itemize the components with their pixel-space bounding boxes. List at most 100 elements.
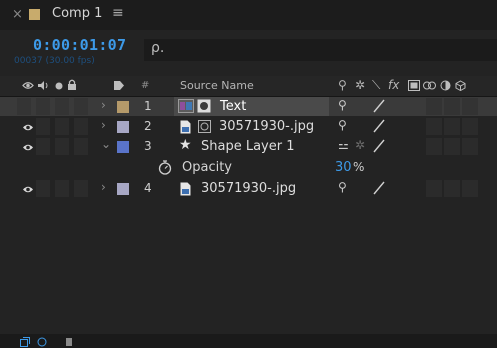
switch-cell[interactable] [462,138,478,155]
switch-cell[interactable] [426,138,442,155]
layer-row[interactable]: › 2 30571930-.jpg ⚲ [0,117,497,136]
collapse-icon[interactable]: ✲ [355,78,365,92]
quality-slash-icon[interactable] [373,180,385,195]
quality-slash-icon[interactable] [373,118,385,133]
twirl-right-icon[interactable]: › [101,118,106,132]
av-switch-cell[interactable] [36,118,50,135]
tab-bar: × Comp 1 ≡ [0,0,497,30]
comp-color-swatch [29,9,40,20]
av-switch-cell[interactable] [55,180,69,197]
column-header: # Source Name ⚲ ✲ ⟍ fx [0,76,497,97]
quality-icon[interactable]: ⟍ [372,78,380,93]
frame-count: 00037 (30.00 fps) [14,56,95,66]
layer-name[interactable]: 30571930-.jpg [219,119,314,134]
collapse-switch-icon[interactable]: ✲ [355,138,365,152]
switch-cell[interactable] [426,180,442,197]
mask-icon [197,99,211,113]
tab-title: Comp 1 [52,6,103,21]
av-switch-cell[interactable] [74,98,88,115]
lock-icon[interactable] [67,79,77,91]
shape-layer-star-icon: ★ [179,137,192,153]
hash-header: # [141,80,150,91]
toggle-switches-icon[interactable] [20,337,30,347]
label-color-swatch[interactable] [117,141,129,153]
switch-cell[interactable] [426,118,442,135]
label-color-swatch[interactable] [117,101,129,113]
solo-icon[interactable] [55,82,63,90]
fx-icon[interactable]: fx [388,78,399,92]
opacity-unit: % [353,160,365,174]
visibility-eye-icon[interactable] [22,184,34,195]
av-switch-cell[interactable] [36,138,50,155]
property-name: Opacity [182,160,233,175]
eye-icon[interactable] [22,80,34,91]
toggle-modes-icon[interactable] [37,337,47,347]
visibility-eye-icon[interactable] [22,122,34,133]
render-time-icon[interactable] [65,337,73,347]
switch-cell[interactable] [462,98,478,115]
switch-cell[interactable] [444,180,460,197]
text-layer-icon [178,99,194,113]
shy-switch-icon[interactable]: ⚲ [338,180,347,194]
layer-number: 1 [144,99,152,113]
layer-number: 3 [144,139,152,153]
switch-cell[interactable] [462,118,478,135]
panel-menu-icon[interactable]: ≡ [112,5,124,21]
footage-file-icon [180,120,191,134]
av-switch-cell[interactable] [55,118,69,135]
close-icon[interactable]: × [12,7,23,22]
audio-icon[interactable] [37,80,49,91]
shy-switch-icon[interactable]: ⚲ [338,98,347,112]
quality-slash-icon[interactable] [373,98,385,113]
layer-search-input[interactable]: ρ. [144,39,497,61]
property-row-opacity[interactable]: Opacity 30 % [0,158,497,177]
av-switch-cell[interactable] [36,180,50,197]
twirl-right-icon[interactable]: › [101,180,106,194]
layer-row[interactable]: ⌄ 3 ★ Shape Layer 1 ⚍ ✲ [0,137,497,156]
av-switch-cell[interactable] [74,180,88,197]
label-icon[interactable] [113,80,125,91]
empty-layer-area[interactable] [0,199,497,334]
av-switch-cell[interactable] [17,98,31,115]
av-switch-cell[interactable] [74,138,88,155]
layer-number: 2 [144,119,152,133]
av-switch-cell[interactable] [55,98,69,115]
tab-comp-1[interactable]: × Comp 1 ≡ [0,0,150,30]
precomp-icon [198,120,211,133]
shy-switch-icon[interactable]: ⚍ [338,138,349,152]
adjustment-icon[interactable] [440,80,451,91]
layer-row[interactable]: › 4 30571930-.jpg ⚲ [0,179,497,198]
shy-switch-icon[interactable]: ⚲ [338,118,347,132]
opacity-value[interactable]: 30 [335,160,352,175]
av-switch-cell[interactable] [74,118,88,135]
layer-number: 4 [144,181,152,195]
layer-name[interactable]: Text [220,99,246,114]
label-color-swatch[interactable] [117,183,129,195]
switch-cell[interactable] [444,138,460,155]
frame-blend-icon[interactable] [408,80,420,91]
switch-cell[interactable] [444,118,460,135]
layer-row[interactable]: › 1 Text ⚲ [0,97,497,116]
switch-cell[interactable] [426,98,442,115]
av-switch-cell[interactable] [36,98,50,115]
twirl-down-icon[interactable]: ⌄ [101,137,111,151]
visibility-eye-icon[interactable] [22,142,34,153]
3d-icon[interactable] [455,80,466,91]
shy-icon[interactable]: ⚲ [338,78,347,92]
switch-cell[interactable] [444,98,460,115]
search-icon[interactable]: ρ. [151,40,164,56]
timecode-row: 0:00:01:07 00037 (30.00 fps) ρ. [0,30,497,72]
motion-blur-icon[interactable] [423,80,437,91]
bottom-toolbar [0,334,497,348]
source-name-header[interactable]: Source Name [180,79,254,92]
layer-name[interactable]: Shape Layer 1 [201,139,295,154]
label-color-swatch[interactable] [117,121,129,133]
quality-slash-icon[interactable] [373,138,385,153]
switch-cell[interactable] [462,180,478,197]
current-time-display[interactable]: 0:00:01:07 [33,36,126,54]
footage-file-icon [180,182,191,196]
stopwatch-icon[interactable] [158,160,172,175]
twirl-right-icon[interactable]: › [101,98,106,112]
av-switch-cell[interactable] [55,138,69,155]
layer-name[interactable]: 30571930-.jpg [201,181,296,196]
